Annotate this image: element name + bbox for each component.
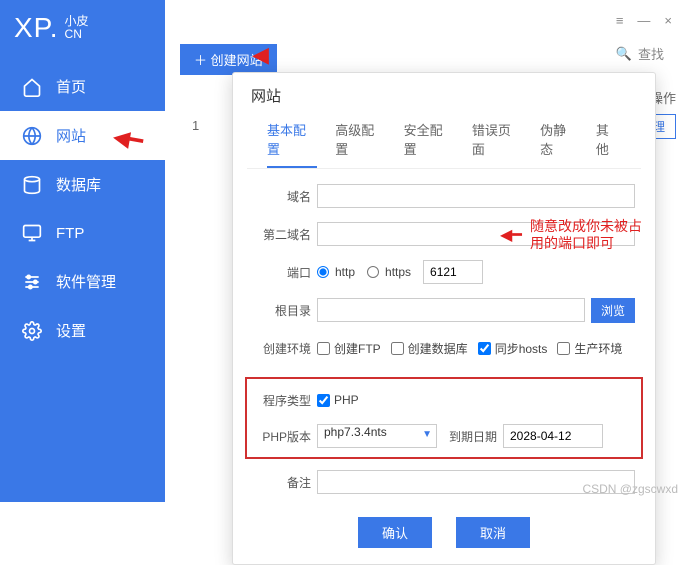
label-env: 创建环境 [253, 340, 311, 357]
radio-http[interactable]: http [317, 265, 355, 279]
globe-icon [22, 126, 42, 146]
label-prog-type: 程序类型 [253, 392, 311, 409]
sliders-icon [22, 272, 42, 292]
create-website-label: 创建网站 [211, 53, 263, 68]
modal-title: 网站 [233, 73, 655, 110]
check-sync-hosts[interactable]: 同步hosts [478, 340, 548, 357]
label-php-version: PHP版本 [253, 428, 311, 445]
check-php[interactable]: PHP [317, 393, 359, 407]
highlight-box: 程序类型 PHP PHP版本 php7.3.4nts▼ 到期日期 [245, 377, 643, 459]
radio-https-input[interactable] [367, 266, 379, 278]
root-input[interactable] [317, 298, 585, 322]
label-remark: 备注 [253, 474, 311, 491]
tab-basic[interactable]: 基本配置 [267, 120, 317, 168]
php-version-select[interactable]: php7.3.4nts▼ [317, 424, 437, 448]
check-create-ftp[interactable]: 创建FTP [317, 340, 381, 357]
second-domain-input[interactable] [317, 222, 635, 246]
sidebar-item-settings[interactable]: 设置 [0, 306, 165, 355]
label-expire: 到期日期 [437, 428, 497, 445]
tab-other[interactable]: 其他 [596, 120, 621, 168]
sidebar-item-label: 网站 [56, 125, 86, 146]
sidebar-item-label: FTP [56, 225, 84, 242]
tab-rewrite[interactable]: 伪静态 [540, 120, 578, 168]
plus-icon: ＋ [194, 53, 207, 68]
gear-icon [22, 321, 42, 341]
database-icon [22, 175, 42, 195]
cancel-button[interactable]: 取消 [456, 517, 530, 548]
check-create-db[interactable]: 创建数据库 [391, 340, 468, 357]
row-number: 1 [192, 118, 199, 133]
tab-error[interactable]: 错误页面 [472, 120, 522, 168]
monitor-icon [22, 223, 42, 243]
browse-button[interactable]: 浏览 [591, 298, 635, 323]
close-icon[interactable]: × [664, 13, 672, 28]
sidebar: XP. 小皮CN 首页 网站 数据库 FTP 软件管理 设置 [0, 0, 165, 502]
modal-footer: 确认 取消 [233, 517, 655, 548]
search-label: 查找 [638, 44, 664, 63]
sidebar-item-database[interactable]: 数据库 [0, 160, 165, 209]
sidebar-item-website[interactable]: 网站 [0, 111, 165, 160]
logo-cn: 小皮CN [65, 15, 89, 41]
tab-security[interactable]: 安全配置 [404, 120, 454, 168]
ok-button[interactable]: 确认 [358, 517, 432, 548]
sidebar-item-software[interactable]: 软件管理 [0, 257, 165, 306]
create-website-button[interactable]: ＋ 创建网站 [180, 44, 277, 75]
chevron-down-icon: ▼ [422, 429, 432, 440]
logo: XP. 小皮CN [0, 4, 165, 62]
sidebar-item-label: 软件管理 [56, 271, 116, 292]
port-input[interactable] [423, 260, 483, 284]
minimize-icon[interactable]: — [637, 13, 650, 28]
domain-input[interactable] [317, 184, 635, 208]
search-icon: 🔍 [616, 46, 632, 62]
menu-icon[interactable]: ≡ [616, 13, 624, 28]
radio-http-input[interactable] [317, 266, 329, 278]
search-area[interactable]: 🔍 查找 [616, 44, 664, 63]
radio-https[interactable]: https [367, 265, 411, 279]
sidebar-item-label: 首页 [56, 76, 86, 97]
label-port: 端口 [253, 264, 311, 281]
label-domain: 域名 [253, 188, 311, 205]
logo-xp: XP. [14, 12, 59, 44]
sidebar-item-label: 数据库 [56, 174, 101, 195]
modal-tabs: 基本配置 高级配置 安全配置 错误页面 伪静态 其他 [247, 110, 641, 169]
window-controls: ≡ — × [165, 0, 688, 40]
watermark: CSDN @zgscwxd [582, 482, 678, 496]
tab-advanced[interactable]: 高级配置 [335, 120, 385, 168]
expire-input[interactable] [503, 424, 603, 448]
sidebar-item-ftp[interactable]: FTP [0, 209, 165, 257]
modal-form: 域名 第二域名 端口 http https 根目录 浏览 创建环境 创建FTP … [233, 169, 655, 377]
sidebar-item-home[interactable]: 首页 [0, 62, 165, 111]
label-second-domain: 第二域名 [253, 226, 311, 243]
sidebar-item-label: 设置 [56, 320, 86, 341]
check-prod-env[interactable]: 生产环境 [557, 340, 622, 357]
label-root: 根目录 [253, 302, 311, 319]
home-icon [22, 77, 42, 97]
